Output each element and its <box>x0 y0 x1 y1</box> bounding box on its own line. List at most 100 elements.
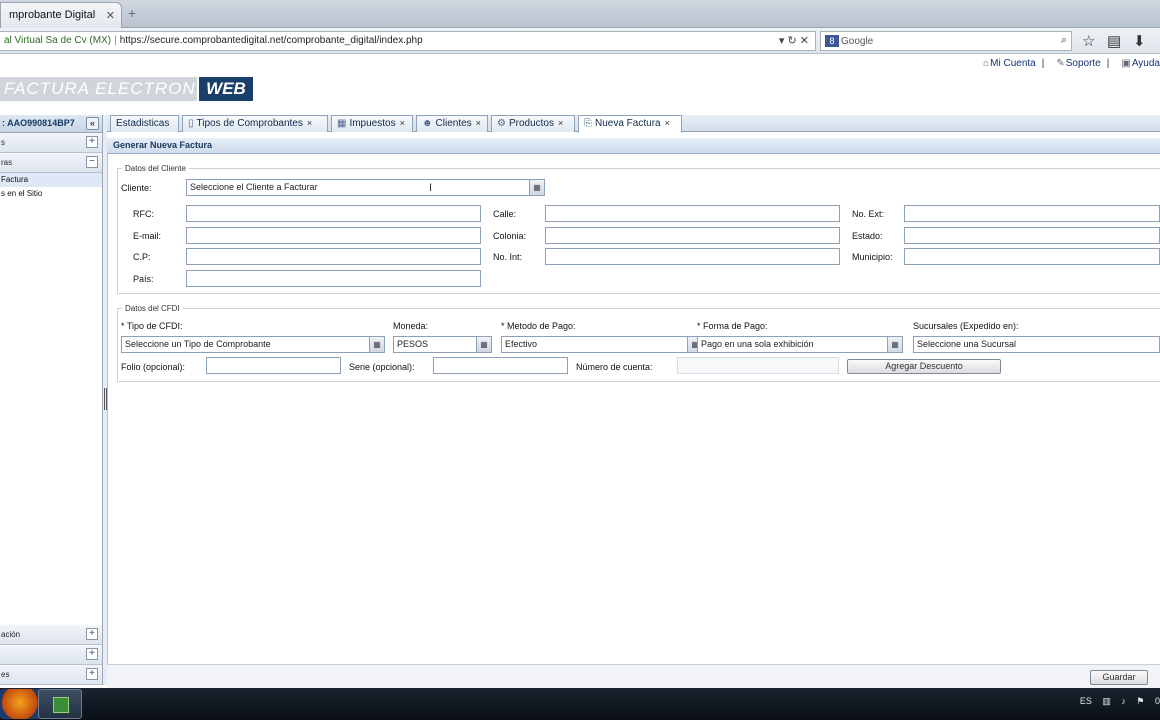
colonia-label: Colonia: <box>493 231 527 241</box>
cliente-legend: Datos del Cliente <box>125 164 186 173</box>
help-icon: ▣ <box>1121 58 1131 69</box>
combo-trigger-icon[interactable]: ▦ <box>529 179 545 196</box>
serie-label: Serie (opcional): <box>349 362 415 372</box>
search-input[interactable]: 8 Google ⌕ <box>820 31 1072 51</box>
combo-trigger-icon[interactable]: ▦ <box>887 336 903 353</box>
clock[interactable]: 0 <box>1155 696 1160 706</box>
section-title: Generar Nueva Factura <box>107 138 1160 154</box>
google-icon[interactable]: 8 <box>825 35 839 47</box>
tab-estadisticas[interactable]: Estadisticas <box>110 115 179 132</box>
combo-trigger-icon[interactable]: ▦ <box>476 336 492 353</box>
close-icon[interactable]: × <box>558 118 563 128</box>
email-label: E-mail: <box>133 231 162 241</box>
site-identity[interactable]: al Virtual Sa de Cv (MX) <box>4 35 111 46</box>
combo-trigger-icon[interactable]: ▦ <box>369 336 385 353</box>
browser-navbar: al Virtual Sa de Cv (MX) | https://secure.… <box>0 28 1160 54</box>
bookmarks-icon[interactable]: ▤ <box>1107 32 1121 50</box>
guardar-button[interactable]: Guardar <box>1090 670 1148 685</box>
flag-icon[interactable]: ⚑ <box>1136 696 1144 706</box>
folio-label: Folio (opcional): <box>121 362 186 372</box>
expand-icon[interactable]: + <box>86 648 98 660</box>
no-int-field[interactable] <box>545 248 840 265</box>
support-icon: ✎ <box>1056 58 1065 69</box>
reload-icon[interactable]: ↻ <box>788 35 797 47</box>
search-icon[interactable]: ⌕ <box>1061 34 1067 47</box>
moneda-label: Moneda: <box>393 321 429 331</box>
close-icon[interactable]: × <box>307 118 312 128</box>
network-icon[interactable]: ▥ <box>1102 696 1111 706</box>
volume-icon[interactable]: ♪ <box>1121 696 1126 706</box>
box-icon: ⚙ <box>497 118 506 129</box>
cliente-combo[interactable]: Seleccione el Cliente a Facturar <box>186 179 530 196</box>
moneda-combo[interactable]: PESOS <box>393 336 477 353</box>
no-ext-field[interactable] <box>904 205 1160 222</box>
address-bar[interactable]: al Virtual Sa de Cv (MX) | https://secure.… <box>0 31 816 51</box>
pais-field[interactable] <box>186 270 481 287</box>
app-icon <box>53 697 69 713</box>
left-panel-header: : AAO990814BP7 « <box>0 115 102 133</box>
collapse-icon[interactable]: − <box>86 156 98 168</box>
accordion-section[interactable]: es + <box>0 665 102 685</box>
estado-field[interactable] <box>904 227 1160 244</box>
rfc-field[interactable] <box>186 205 481 222</box>
accordion-section[interactable]: ras − <box>0 153 102 173</box>
new-tab-button[interactable]: + <box>128 5 136 21</box>
account-id: : AAO990814BP7 <box>2 118 75 128</box>
mi-cuenta-link[interactable]: ⌂Mi Cuenta <box>983 58 1036 69</box>
expand-icon[interactable]: + <box>86 136 98 148</box>
ayuda-link[interactable]: ▣Ayuda <box>1121 58 1160 69</box>
colonia-field[interactable] <box>545 227 840 244</box>
tab-productos[interactable]: ⚙ Productos × <box>491 115 575 132</box>
cp-label: C.P: <box>133 252 151 262</box>
agregar-descuento-button[interactable]: Agregar Descuento <box>847 359 1001 374</box>
serie-field[interactable] <box>433 357 568 374</box>
sucursales-combo[interactable]: Seleccione una Sucursal <box>913 336 1160 353</box>
browser-tab[interactable]: mprobante Digital ✕ <box>0 2 122 28</box>
collapse-panel-button[interactable]: « <box>86 117 99 130</box>
language-indicator[interactable]: ES <box>1080 696 1092 706</box>
stop-icon[interactable]: ✕ <box>800 35 809 47</box>
accordion-section[interactable]: s + <box>0 133 102 153</box>
download-icon[interactable]: ⬇ <box>1133 32 1146 50</box>
cfdi-legend: Datos del CFDI <box>125 304 180 313</box>
close-icon[interactable]: ✕ <box>106 9 115 22</box>
close-icon[interactable]: × <box>665 118 670 128</box>
folio-field[interactable] <box>206 357 341 374</box>
browser-tab-title: mprobante Digital <box>9 9 96 21</box>
close-icon[interactable]: × <box>476 118 481 128</box>
numero-cuenta-field[interactable] <box>677 357 839 374</box>
pais-label: País: <box>133 274 154 284</box>
url-text: https://secure.comprobantedigital.net/co… <box>119 35 423 46</box>
cliente-label: Cliente: <box>121 183 152 193</box>
taskbar-app-button[interactable] <box>38 689 82 719</box>
email-field[interactable] <box>186 227 481 244</box>
rfc-label: RFC: <box>133 209 154 219</box>
municipio-field[interactable] <box>904 248 1160 265</box>
tab-nueva-factura[interactable]: ⎘ Nueva Factura × <box>578 115 682 133</box>
dropdown-icon[interactable]: ▾ <box>779 35 785 47</box>
expand-icon[interactable]: + <box>86 628 98 640</box>
tab-tipos-de-comprobantes[interactable]: ▯ Tipos de Comprobantes × <box>182 115 328 132</box>
system-tray: ES ▥ ♪ ⚑ 0 <box>1072 696 1160 707</box>
expand-icon[interactable]: + <box>86 668 98 680</box>
accordion-section[interactable]: + <box>0 645 102 665</box>
top-links: ⌂Mi Cuenta | ✎Soporte | ▣Ayuda <box>983 58 1160 69</box>
soporte-link[interactable]: ✎Soporte <box>1056 58 1100 69</box>
close-icon[interactable]: × <box>400 118 405 128</box>
menu-item-sitio[interactable]: s en el Sitio <box>0 187 102 201</box>
forma-pago-combo[interactable]: Pago en una sola exhibición <box>697 336 888 353</box>
tipo-cfdi-combo[interactable]: Seleccione un Tipo de Comprobante <box>121 336 370 353</box>
tipo-cfdi-label: * Tipo de CFDI: <box>121 321 183 331</box>
no-int-label: No. Int: <box>493 252 523 262</box>
calle-field[interactable] <box>545 205 840 222</box>
cp-field[interactable] <box>186 248 481 265</box>
accordion-section[interactable]: ación + <box>0 625 102 645</box>
star-icon[interactable]: ☆ <box>1082 32 1095 50</box>
search-placeholder: Google <box>841 36 874 47</box>
metodo-pago-combo[interactable]: Efectivo <box>501 336 688 353</box>
menu-item-factura[interactable]: Factura <box>0 173 102 187</box>
table-icon: ▦ <box>337 118 347 129</box>
tab-impuestos[interactable]: ▦ Impuestos × <box>331 115 413 132</box>
users-icon: ☻ <box>422 118 433 129</box>
tab-clientes[interactable]: ☻ Clientes × <box>416 115 488 132</box>
